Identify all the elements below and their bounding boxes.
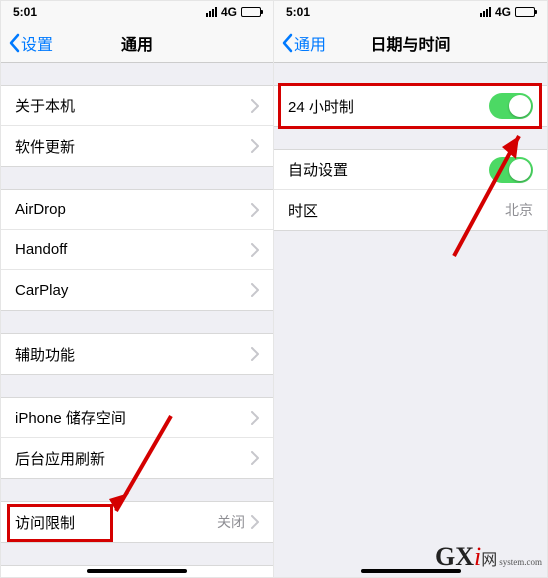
nav-bar: 设置 通用 xyxy=(1,23,273,63)
battery-icon xyxy=(515,7,535,17)
row-label: 访问限制 xyxy=(15,512,75,533)
chevron-right-icon xyxy=(251,515,259,529)
page-title: 日期与时间 xyxy=(370,31,450,55)
row-label: 日期与时间 xyxy=(15,575,90,577)
status-bar: 5:01 4G xyxy=(274,1,547,23)
settings-row[interactable]: 软件更新 xyxy=(1,126,273,166)
row-label: 辅助功能 xyxy=(15,344,75,365)
status-time: 5:01 xyxy=(286,5,310,19)
phone-left-general: 5:01 4G 设置 通用 关于本机软件更新 AirDrop Handoff CarP… xyxy=(1,1,274,577)
row-label: 24 小时制 xyxy=(288,96,354,117)
row-label: 时区 xyxy=(288,200,318,221)
settings-row[interactable]: 辅助功能 xyxy=(1,334,273,374)
status-indicators: 4G xyxy=(206,5,261,19)
row-label: AirDrop xyxy=(15,201,66,218)
back-label: 通用 xyxy=(294,31,326,55)
watermark-i: i xyxy=(474,542,481,572)
settings-row[interactable]: 访问限制 关闭 xyxy=(1,502,273,542)
settings-row[interactable]: 自动设置 xyxy=(274,150,547,190)
row-label: 自动设置 xyxy=(288,159,348,180)
chevron-right-icon xyxy=(251,451,259,465)
chevron-left-icon xyxy=(280,33,294,53)
home-indicator[interactable] xyxy=(87,569,187,573)
chevron-right-icon xyxy=(251,99,259,113)
status-bar: 5:01 4G xyxy=(1,1,273,23)
status-indicators: 4G xyxy=(480,5,535,19)
battery-icon xyxy=(241,7,261,17)
row-value: 北京 xyxy=(505,200,533,220)
row-value: 关闭 xyxy=(217,512,245,532)
settings-row[interactable]: 24 小时制 xyxy=(274,86,547,126)
back-label: 设置 xyxy=(21,31,53,55)
watermark-x: X xyxy=(455,542,474,572)
phone-right-date-time: 5:01 4G 通用 日期与时间 24 小时制自动设置时区 北京 xyxy=(274,1,547,577)
settings-group: 关于本机软件更新 xyxy=(1,85,273,167)
settings-row[interactable]: CarPlay xyxy=(1,270,273,310)
settings-row[interactable]: Handoff xyxy=(1,230,273,270)
signal-icon xyxy=(480,7,491,17)
settings-group: 24 小时制 xyxy=(274,85,547,127)
row-label: 软件更新 xyxy=(15,136,75,157)
settings-group: 访问限制 关闭 xyxy=(1,501,273,543)
row-label: CarPlay xyxy=(15,282,68,299)
toggle-switch[interactable] xyxy=(489,93,533,119)
settings-group: AirDrop Handoff CarPlay xyxy=(1,189,273,311)
chevron-right-icon xyxy=(251,203,259,217)
back-button[interactable]: 通用 xyxy=(280,31,326,55)
status-time: 5:01 xyxy=(13,5,37,19)
nav-bar: 通用 日期与时间 xyxy=(274,23,547,63)
network-label: 4G xyxy=(221,5,237,19)
settings-row[interactable]: 时区 北京 xyxy=(274,190,547,230)
row-label: 关于本机 xyxy=(15,95,75,116)
settings-row[interactable]: AirDrop xyxy=(1,190,273,230)
settings-group: 自动设置时区 北京 xyxy=(274,149,547,231)
chevron-right-icon xyxy=(251,411,259,425)
row-label: iPhone 储存空间 xyxy=(15,407,126,428)
chevron-right-icon xyxy=(251,283,259,297)
row-label: Handoff xyxy=(15,241,67,258)
settings-list[interactable]: 24 小时制自动设置时区 北京 xyxy=(274,63,547,577)
settings-group: iPhone 储存空间后台应用刷新 xyxy=(1,397,273,479)
back-button[interactable]: 设置 xyxy=(7,31,53,55)
row-label: 后台应用刷新 xyxy=(15,448,105,469)
settings-group: 辅助功能 xyxy=(1,333,273,375)
settings-row[interactable]: iPhone 储存空间 xyxy=(1,398,273,438)
watermark: G X i 网 system.com xyxy=(435,542,542,572)
page-title: 通用 xyxy=(121,31,153,55)
chevron-left-icon xyxy=(7,33,21,53)
settings-row[interactable]: 后台应用刷新 xyxy=(1,438,273,478)
watermark-g: G xyxy=(435,542,455,572)
settings-list[interactable]: 关于本机软件更新 AirDrop Handoff CarPlay 辅助功能 iPhone … xyxy=(1,63,273,577)
chevron-right-icon xyxy=(251,139,259,153)
toggle-switch[interactable] xyxy=(489,157,533,183)
signal-icon xyxy=(206,7,217,17)
chevron-right-icon xyxy=(251,347,259,361)
network-label: 4G xyxy=(495,5,511,19)
chevron-right-icon xyxy=(251,243,259,257)
watermark-sub: system.com xyxy=(499,557,542,567)
watermark-cn: 网 xyxy=(481,546,497,570)
settings-row[interactable]: 关于本机 xyxy=(1,86,273,126)
